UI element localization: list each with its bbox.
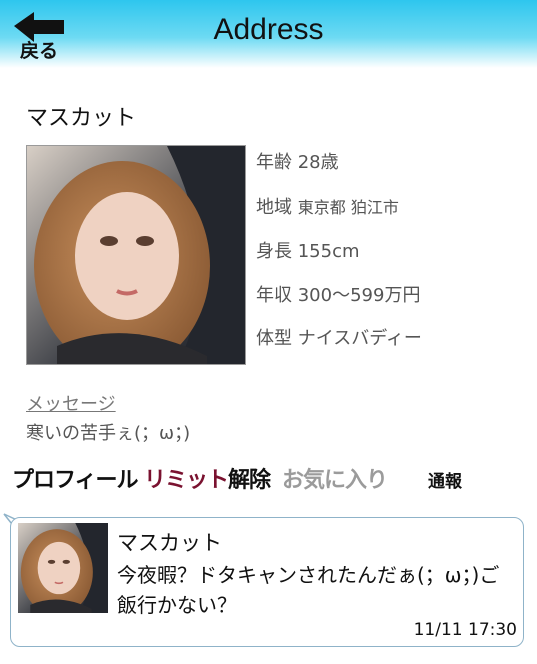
- info-area: 地域 東京都 狛江市: [256, 193, 399, 219]
- profile-photo[interactable]: [26, 145, 246, 365]
- chat-timestamp: 11/11 17:30: [413, 620, 517, 640]
- chat-avatar: [18, 523, 108, 613]
- tab-report[interactable]: 通報: [428, 467, 462, 492]
- info-body-type: 体型 ナイスバディー: [256, 324, 422, 350]
- info-area-label: 地域: [256, 197, 292, 218]
- info-income-value: 300〜599万円: [297, 285, 421, 306]
- page-title: Address: [213, 13, 324, 46]
- chat-sender-name: マスカット: [117, 531, 222, 555]
- info-area-value: 東京都 狛江市: [297, 198, 399, 217]
- tab-release-label: 解除: [228, 468, 271, 493]
- profile-name: マスカット: [26, 106, 137, 131]
- header-bar: 戻る Address: [0, 0, 537, 68]
- info-income: 年収 300〜599万円: [256, 281, 420, 307]
- info-body-type-value: ナイスバディー: [297, 328, 422, 349]
- tab-limit-label: リミット: [144, 468, 229, 493]
- chat-message-text: 今夜暇？ドタキャンされたんだぁ(；ω；)ご飯行かない？: [117, 563, 500, 617]
- chat-avatar-image: [18, 523, 108, 613]
- info-body-type-label: 体型: [256, 328, 292, 349]
- info-age-value: 28歳: [297, 152, 339, 173]
- info-age: 年齢 28歳: [256, 148, 339, 174]
- tab-limit-release[interactable]: リミット解除: [144, 462, 271, 494]
- info-height-label: 身長: [256, 241, 292, 262]
- info-height-value: 155cm: [297, 241, 360, 262]
- action-tabs: プロフィール リミット解除 お気に入り 通報: [0, 458, 537, 498]
- profile-photo-image: [27, 146, 245, 364]
- tab-profile[interactable]: プロフィール: [12, 462, 139, 494]
- message-link[interactable]: メッセージ: [26, 390, 116, 416]
- info-age-label: 年齢: [256, 152, 292, 173]
- message-text: 寒いの苦手ぇ(；ω；): [26, 423, 191, 444]
- info-height: 身長 155cm: [256, 237, 360, 263]
- info-income-label: 年収: [256, 285, 292, 306]
- tab-favorite[interactable]: お気に入り: [282, 462, 388, 494]
